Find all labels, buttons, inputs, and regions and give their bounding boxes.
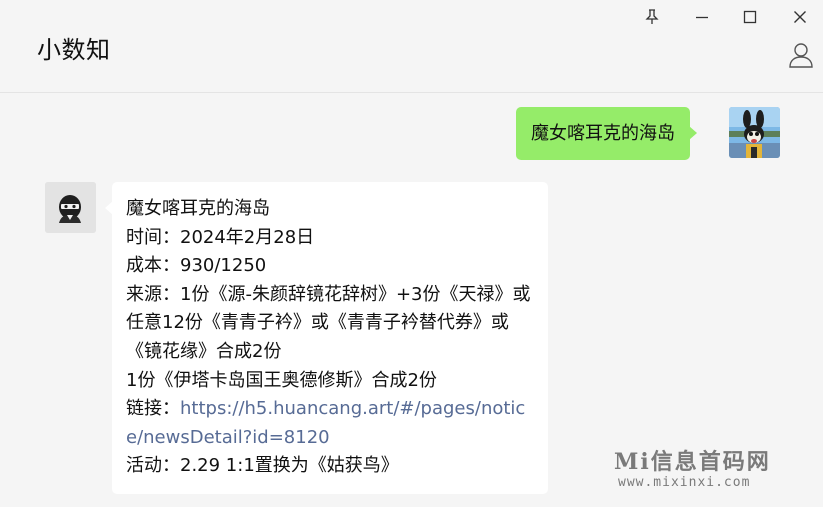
my-message-bubble[interactable]: 魔女喀耳克的海岛	[516, 107, 697, 160]
message-line: 1份《伊塔卡岛国王奥德修斯》合成2份	[126, 369, 437, 391]
message-line: 魔女喀耳克的海岛	[126, 198, 270, 219]
pin-button[interactable]	[639, 6, 665, 28]
contact-message-bubble[interactable]: 魔女喀耳克的海岛 时间：2024年2月28日 成本：930/1250 来源：1份…	[105, 182, 548, 494]
minimize-button[interactable]	[689, 6, 715, 28]
message-link-line: 链接：https://h5.huancang.art/#/pages/notic…	[126, 395, 534, 452]
my-avatar[interactable]	[729, 107, 780, 158]
watermark-title: Mi信息首码网	[614, 449, 771, 475]
message-list: 魔女喀耳克的海岛 魔女喀耳克的海岛 时间：2024年2月28日 成本：930/1…	[0, 93, 823, 507]
message-line: 来源：1份《源-朱颜辞镜花辞树》+3份《天禄》或任意12份《青青子衿》或《青青子…	[126, 283, 531, 362]
my-message-text: 魔女喀耳克的海岛	[531, 123, 675, 144]
watermark: Mi信息首码网 www.mixinxi.com	[614, 449, 814, 491]
close-icon	[793, 10, 807, 24]
minimize-icon	[695, 10, 709, 24]
watermark-url: www.mixinxi.com	[618, 475, 751, 490]
maximize-button[interactable]	[737, 6, 763, 28]
contact-avatar[interactable]	[45, 182, 96, 233]
message-line: 成本：930/1250	[126, 255, 267, 277]
pin-icon	[645, 9, 659, 25]
chat-title: 小数知	[37, 36, 111, 64]
maximize-icon	[743, 10, 757, 24]
chat-header: 小数知	[0, 0, 823, 93]
chat-window: 小数知 魔女喀耳克的海岛 魔女喀耳克的海岛 时间：2024年2月28日 成本：9…	[0, 0, 823, 507]
close-button[interactable]	[787, 6, 813, 28]
person-icon	[787, 41, 815, 73]
message-line: 时间：2024年2月28日	[126, 226, 315, 248]
contact-info-button[interactable]	[786, 42, 816, 72]
message-link[interactable]: https://h5.huancang.art/#/pages/notice/n…	[126, 398, 525, 448]
link-prefix: 链接：	[126, 398, 180, 420]
message-line: 活动：2.29 1:1置换为《姑获鸟》	[126, 455, 399, 477]
